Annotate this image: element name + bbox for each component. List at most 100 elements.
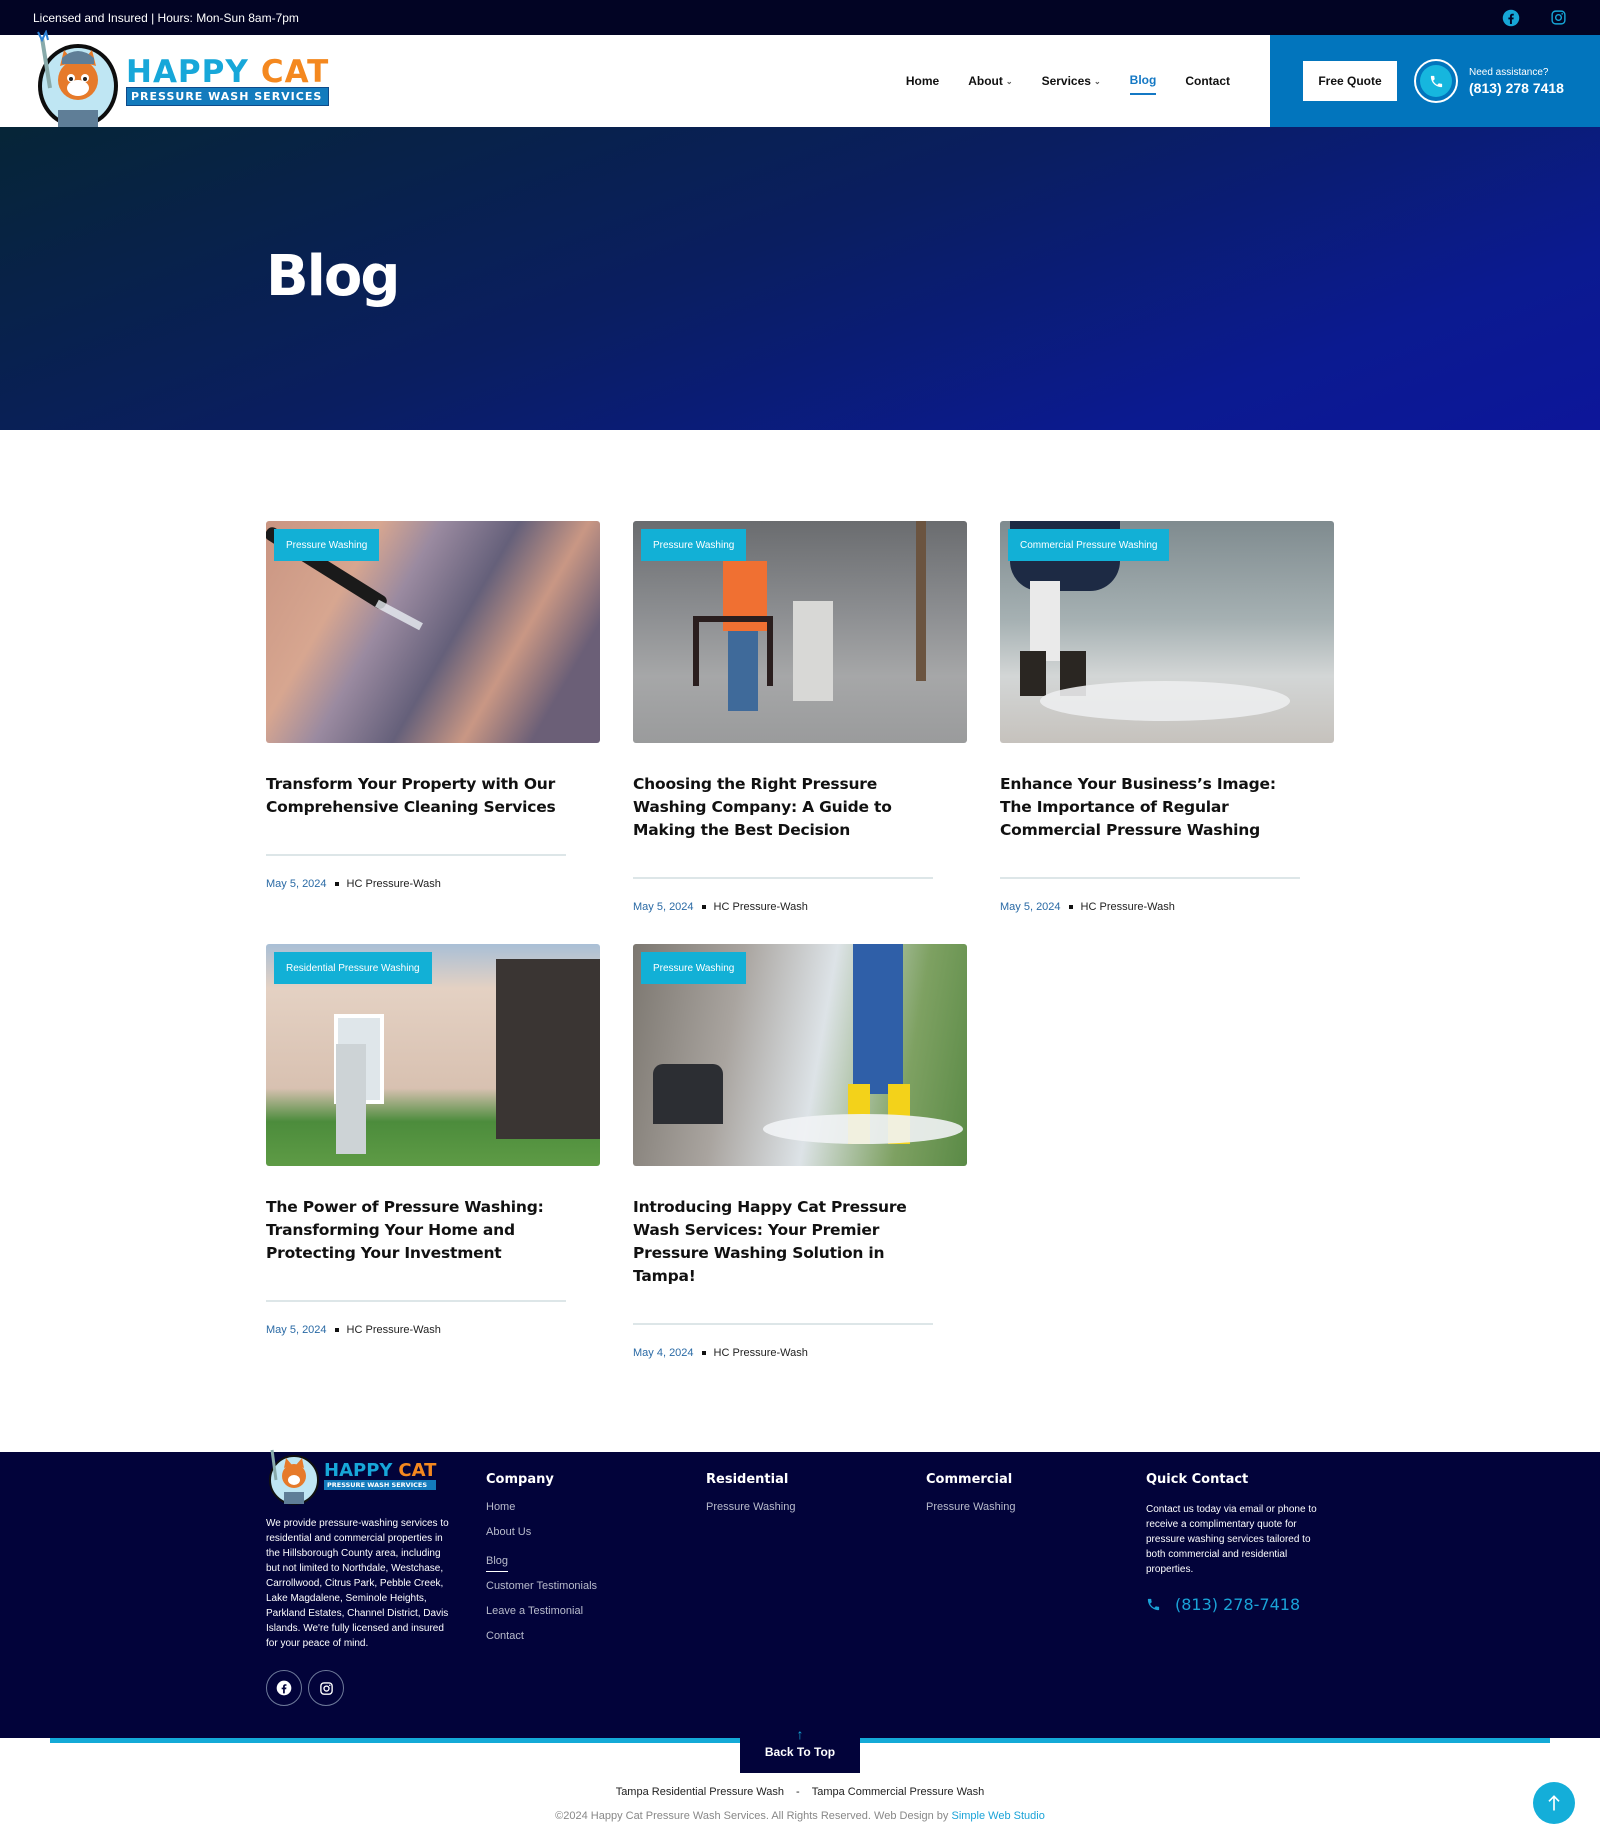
blog-card[interactable]: Pressure Washing Transform Your Property… [266, 521, 600, 913]
footer-facebook-icon[interactable] [266, 1670, 302, 1706]
nav-blog[interactable]: Blog [1129, 67, 1157, 95]
post-author: HC Pressure-Wash [713, 901, 808, 913]
arrow-up-icon [1548, 1795, 1560, 1811]
nav-blog-label: Blog [1129, 73, 1157, 87]
divider [633, 1323, 933, 1325]
post-title[interactable]: Enhance Your Business’s Image: The Impor… [1000, 773, 1300, 842]
post-thumbnail[interactable]: Commercial Pressure Washing [1000, 521, 1334, 743]
footer-logo[interactable]: HAPPY CAT PRESSURE WASH SERVICES [266, 1446, 486, 1506]
footer-logo-cat: CAT [398, 1460, 437, 1481]
nav-contact[interactable]: Contact [1185, 68, 1230, 94]
post-author: HC Pressure-Wash [346, 878, 441, 890]
footer-about-column: HAPPY CAT PRESSURE WASH SERVICES We provi… [266, 1449, 486, 1706]
footer-phone-link[interactable]: (813) 278-7418 [1146, 1595, 1334, 1614]
divider [266, 854, 566, 856]
post-title[interactable]: The Power of Pressure Washing: Transform… [266, 1196, 566, 1265]
arrow-up-icon: ↑ [796, 1726, 804, 1742]
footer-quick-contact-column: Quick Contact Contact us today via email… [1146, 1452, 1334, 1706]
bullet-icon [701, 1351, 706, 1355]
footer-commercial-column: Commercial Pressure Washing [926, 1452, 1146, 1706]
phone-icon [1147, 1598, 1160, 1611]
footer-link-blog[interactable]: Blog [486, 1555, 509, 1572]
nav-about[interactable]: About ⌄ [968, 68, 1012, 94]
bottom-link-commercial[interactable]: Tampa Commercial Pressure Wash [812, 1786, 985, 1798]
blog-card[interactable]: Pressure Washing Introducing Happy Cat P… [633, 944, 967, 1359]
footer-link-contact[interactable]: Contact [486, 1630, 706, 1642]
footer-link-commercial-pressure-washing[interactable]: Pressure Washing [926, 1501, 1146, 1513]
bottom-separator: - [796, 1786, 800, 1798]
phone-icon [1430, 75, 1442, 87]
back-to-top-label: Back To Top [764, 1745, 836, 1759]
footer-link-residential-pressure-washing[interactable]: Pressure Washing [706, 1501, 926, 1513]
nav-home-label: Home [905, 74, 940, 88]
facebook-icon[interactable] [1502, 9, 1520, 27]
divider [266, 1300, 566, 1302]
category-tag[interactable]: Pressure Washing [274, 529, 380, 561]
site-header: HAPPY CAT PRESSURE WASH SERVICES Home Abo… [0, 29, 1600, 128]
post-thumbnail[interactable]: Residential Pressure Washing [266, 944, 600, 1166]
web-design-credit-link[interactable]: Simple Web Studio [951, 1810, 1044, 1822]
blog-post-grid: Pressure Washing Transform Your Property… [266, 521, 1334, 1452]
footer-company-column: Company Home About Us Blog Customer Test… [486, 1452, 706, 1706]
post-thumbnail[interactable]: Pressure Washing [266, 521, 600, 743]
footer-residential-column: Residential Pressure Washing [706, 1452, 926, 1706]
category-tag[interactable]: Pressure Washing [641, 529, 747, 561]
quick-contact-text: Contact us today via email or phone to r… [1146, 1504, 1317, 1575]
page-title: Blog [266, 244, 400, 309]
footer-company-heading: Company [486, 1472, 554, 1487]
free-quote-button[interactable]: Free Quote [1303, 61, 1397, 101]
cat-mascot-logo-icon [32, 29, 120, 128]
site-footer: HAPPY CAT PRESSURE WASH SERVICES We provi… [0, 1449, 1600, 1773]
post-date: May 5, 2024 [1000, 901, 1061, 913]
site-logo[interactable]: HAPPY CAT PRESSURE WASH SERVICES [32, 29, 330, 128]
assist-label: Need assistance? [1469, 66, 1549, 78]
footer-link-customer-testimonials[interactable]: Customer Testimonials [486, 1580, 706, 1592]
top-social-links [1502, 9, 1568, 27]
blog-card[interactable]: Pressure Washing Choosing the Right Pres… [633, 521, 967, 913]
instagram-icon[interactable] [1550, 9, 1568, 27]
post-title[interactable]: Choosing the Right Pressure Washing Comp… [633, 773, 933, 842]
bottom-link-residential[interactable]: Tampa Residential Pressure Wash [616, 1786, 784, 1798]
page-hero: Blog [0, 127, 1600, 430]
logo-tagline: PRESSURE WASH SERVICES [126, 86, 330, 106]
main-nav: Home About ⌄ Services ⌄ Blog Contact [906, 67, 1230, 95]
footer-link-leave-testimonial[interactable]: Leave a Testimonial [486, 1605, 706, 1617]
header-phone-number[interactable]: (813) 278 7418 [1469, 80, 1564, 96]
back-to-top-button[interactable]: ↑ Back To Top [740, 1713, 860, 1773]
post-title[interactable]: Transform Your Property with Our Compreh… [266, 773, 566, 819]
post-author: HC Pressure-Wash [713, 1347, 808, 1359]
license-hours-text: Licensed and Insured | Hours: Mon-Sun 8a… [33, 10, 299, 25]
post-author: HC Pressure-Wash [1080, 901, 1175, 913]
footer-logo-tagline: PRESSURE WASH SERVICES [324, 1480, 437, 1490]
nav-services[interactable]: Services ⌄ [1042, 68, 1101, 94]
footer-link-about-us[interactable]: About Us [486, 1526, 706, 1538]
category-tag[interactable]: Residential Pressure Washing [274, 952, 432, 984]
footer-residential-heading: Residential [706, 1472, 789, 1487]
divider [633, 877, 933, 879]
category-tag[interactable]: Commercial Pressure Washing [1008, 529, 1170, 561]
post-title[interactable]: Introducing Happy Cat Pressure Wash Serv… [633, 1196, 933, 1288]
footer-logo-happy: HAPPY [324, 1460, 393, 1481]
category-tag[interactable]: Pressure Washing [641, 952, 747, 984]
post-thumbnail[interactable]: Pressure Washing [633, 521, 967, 743]
post-date: May 5, 2024 [633, 901, 694, 913]
phone-call-button[interactable] [1414, 59, 1458, 103]
nav-home[interactable]: Home [906, 68, 939, 94]
bullet-icon [701, 905, 706, 909]
copyright-text: ©2024 Happy Cat Pressure Wash Services. … [555, 1810, 952, 1822]
blog-card[interactable]: Commercial Pressure Washing Enhance Your… [1000, 521, 1334, 913]
bullet-icon [334, 882, 339, 886]
scroll-to-top-button[interactable] [1533, 1782, 1575, 1824]
logo-cat: CAT [260, 53, 330, 90]
footer-quick-contact-heading: Quick Contact [1146, 1472, 1249, 1487]
blog-card[interactable]: Residential Pressure Washing The Power o… [266, 944, 600, 1359]
header-cta-panel: Free Quote Need assistance? (813) 278 74… [1270, 35, 1600, 127]
nav-services-label: Services [1041, 74, 1091, 88]
bullet-icon [334, 1328, 339, 1332]
chevron-down-icon: ⌄ [1005, 76, 1013, 86]
divider [1000, 877, 1300, 879]
post-thumbnail[interactable]: Pressure Washing [633, 944, 967, 1166]
footer-instagram-icon[interactable] [308, 1670, 344, 1706]
post-date: May 5, 2024 [266, 1324, 327, 1336]
footer-link-home[interactable]: Home [486, 1501, 706, 1513]
